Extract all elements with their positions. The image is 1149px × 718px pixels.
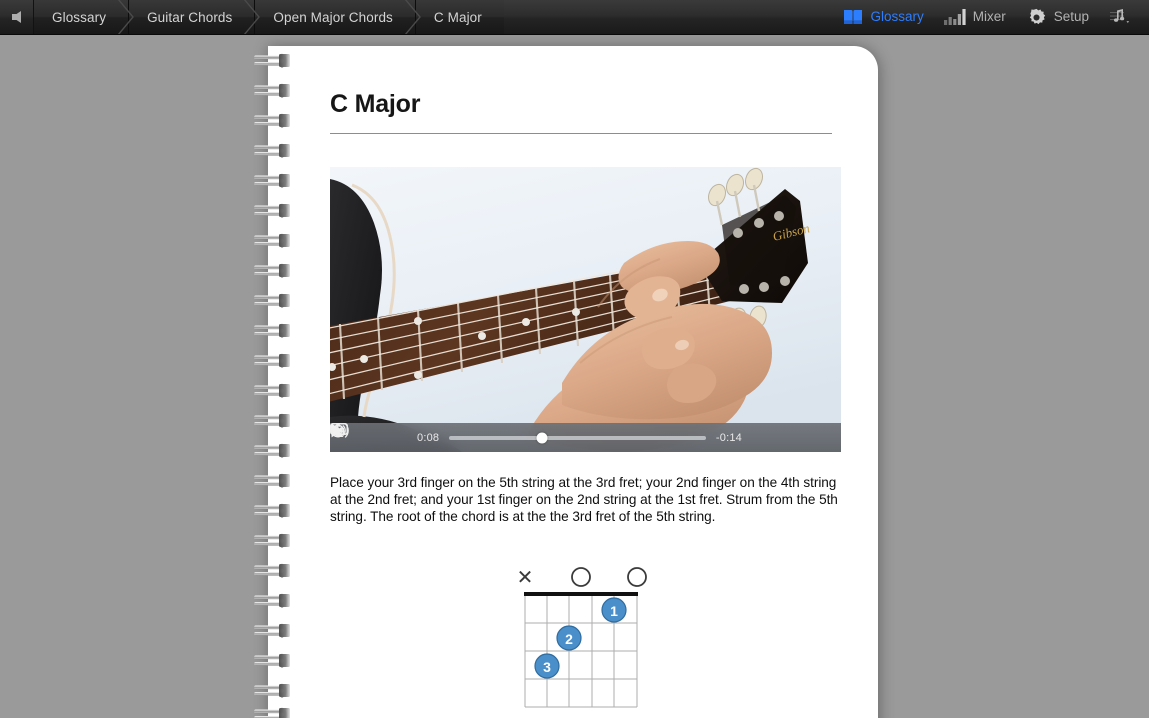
page-title: C Major	[330, 90, 421, 118]
chord-diagram-svg: ✕ 1 2 3	[517, 567, 647, 708]
chord-diagram: ✕ 1 2 3	[330, 559, 832, 709]
chord-nut	[524, 592, 638, 596]
notebook-page: C Major Gibson 0:08 -0:14 Place your 3rd…	[268, 46, 878, 718]
airplay-button[interactable]	[330, 423, 805, 449]
app-window: Glossary Guitar Chords Open Major Chords…	[0, 0, 1149, 718]
breadcrumb-label: Glossary	[52, 9, 107, 25]
svg-text:2: 2	[565, 631, 573, 647]
scrubber-handle[interactable]	[536, 432, 548, 443]
volume-button[interactable]	[331, 423, 777, 449]
setup-label: Setup	[1053, 9, 1089, 25]
breadcrumb: Glossary Guitar Chords Open Major Chords…	[34, 0, 504, 34]
back-arrow-icon	[12, 11, 21, 23]
glossary-label: Glossary	[870, 9, 924, 25]
setup-button[interactable]: Setup	[1016, 0, 1099, 35]
breadcrumb-item-open-major-chords[interactable]: Open Major Chords	[255, 0, 421, 34]
breadcrumb-label: C Major	[433, 9, 482, 25]
chord-finger-dots: 1 2 3	[534, 597, 627, 679]
gear-icon	[1029, 8, 1045, 24]
title-divider	[330, 133, 832, 134]
video-controls: 15 15 0:	[330, 423, 841, 452]
skip-forward-15-button[interactable]: 15	[331, 423, 410, 449]
instruction-text: Place your 3rd finger on the 5th string …	[330, 475, 838, 524]
video-scrubber[interactable]	[449, 432, 706, 443]
top-toolbar: Glossary Guitar Chords Open Major Chords…	[0, 0, 1149, 35]
glossary-button[interactable]: Glossary	[833, 0, 933, 35]
toolbar-tools: Glossary Mixer Setup	[833, 0, 1149, 34]
current-time-label: 0:08	[417, 431, 440, 444]
mixer-label: Mixer	[972, 9, 1006, 25]
string-marker-open	[571, 567, 591, 587]
video-player[interactable]: Gibson 0:08 -0:14	[330, 167, 841, 452]
book-icon	[844, 10, 863, 24]
music-note-icon	[1110, 9, 1130, 24]
back-button[interactable]	[0, 0, 34, 34]
mixer-icon	[943, 9, 966, 25]
breadcrumb-label: Guitar Chords	[147, 9, 233, 25]
remaining-time-label: -0:14	[715, 431, 742, 444]
music-menu-button[interactable]	[1099, 0, 1141, 35]
play-button[interactable]	[331, 423, 386, 449]
breadcrumb-label: Open Major Chords	[273, 9, 393, 25]
breadcrumb-item-guitar-chords[interactable]: Guitar Chords	[129, 0, 261, 34]
captions-icon	[330, 423, 348, 437]
svg-text:1: 1	[610, 603, 618, 619]
captions-button[interactable]	[330, 423, 833, 449]
breadcrumb-item-c-major[interactable]: C Major	[415, 0, 504, 34]
mixer-button[interactable]: Mixer	[934, 0, 1016, 35]
string-marker-open	[627, 567, 647, 587]
guitar-photo: Gibson	[330, 167, 841, 452]
svg-text:3: 3	[543, 659, 551, 675]
string-marker-muted: ✕	[517, 567, 534, 589]
breadcrumb-item-glossary[interactable]: Glossary	[34, 0, 134, 34]
